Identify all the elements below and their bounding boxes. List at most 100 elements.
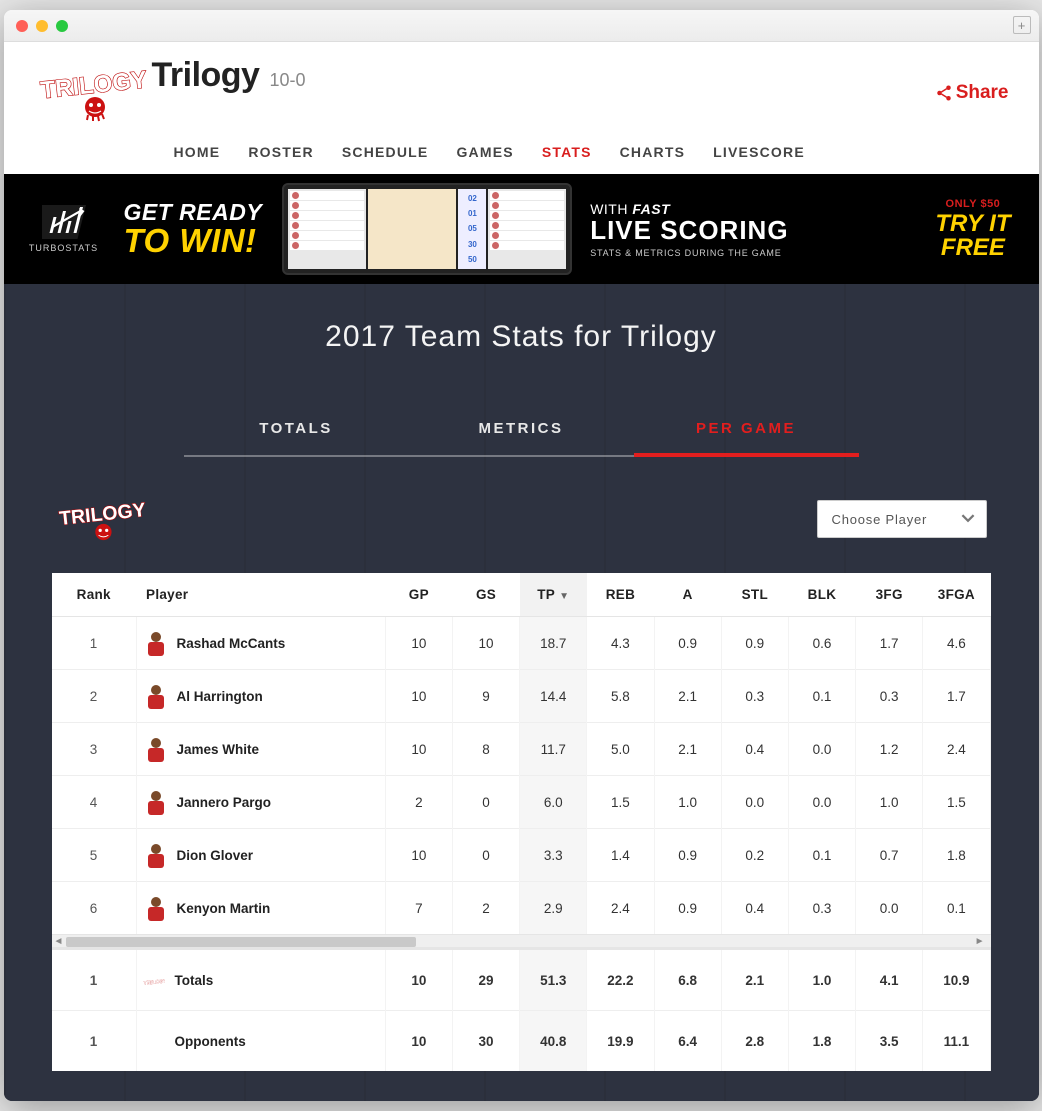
cell-stat: 0.1 [788,670,855,723]
col-blk[interactable]: BLK [788,573,855,617]
page-title: 2017 Team Stats for Trilogy [52,320,991,354]
cell-rank: 2 [52,670,137,723]
col-gs[interactable]: GS [452,573,519,617]
cell-stat: 0.1 [923,882,990,935]
cell-stat: 10 [452,617,519,670]
cell-player[interactable]: Jannero Pargo [136,776,385,829]
cell-player[interactable]: Kenyon Martin [136,882,385,935]
cell-stat: 0 [452,776,519,829]
cell-stat: 0.4 [721,882,788,935]
cell-stat: 0.0 [788,723,855,776]
cell-player[interactable]: Al Harrington [136,670,385,723]
cell-player[interactable]: Rashad McCants [136,617,385,670]
share-button[interactable]: Share [935,82,1009,104]
col-player[interactable]: Player [136,573,385,617]
promo-banner[interactable]: TURBOSTATS GET READY TO WIN! 0201053050 … [4,174,1039,284]
cell-stat: 1.5 [587,776,654,829]
svg-text:TRILOGY: TRILOGY [143,978,164,986]
scroll-right-icon[interactable]: ► [975,936,985,947]
cell-stat: 0.1 [788,829,855,882]
nav-games[interactable]: GAMES [456,144,513,160]
team-logo-small: TRILOGY [56,493,146,545]
share-label: Share [956,82,1009,104]
banner-headline-right: WITH FAST LIVE SCORING STATS & METRICS D… [590,201,788,258]
cell-stat: 2.1 [654,723,721,776]
col-reb[interactable]: REB [587,573,654,617]
col-stl[interactable]: STL [721,573,788,617]
turbostats-logo: TURBOSTATS [24,205,104,253]
window-minimize-button[interactable] [36,20,48,32]
cell-stat: 10 [385,617,452,670]
scroll-left-icon[interactable]: ◄ [54,936,64,947]
banner-headline-left: GET READY TO WIN! [124,199,263,260]
banner-cta[interactable]: ONLY $50 TRY ITFREE [935,198,1010,260]
window-close-button[interactable] [16,20,28,32]
cell-stat: 2.1 [654,670,721,723]
cell-stat: 0.9 [654,617,721,670]
cell-stat: 2.9 [520,882,587,935]
cell-stat: 0.7 [856,829,923,882]
cell-stat: 0.9 [654,829,721,882]
table-row[interactable]: 5Dion Glover1003.31.40.90.20.10.71.8 [52,829,991,882]
main-nav: HOME ROSTER SCHEDULE GAMES STATS CHARTS LIVESC… [4,126,1039,174]
nav-charts[interactable]: CHARTS [620,144,686,160]
new-tab-button[interactable]: + [1013,16,1031,34]
cell-stat: 9 [452,670,519,723]
horizontal-scrollbar[interactable]: ◄ ► [52,934,991,948]
cell-stat: 1.0 [654,776,721,829]
col-gp[interactable]: GP [385,573,452,617]
tab-totals[interactable]: TOTALS [184,408,409,457]
cell-player[interactable]: James White [136,723,385,776]
tab-per-game[interactable]: PER GAME [634,408,859,457]
cell-stat: 1.7 [856,617,923,670]
cell-stat: 2.4 [587,882,654,935]
summary-row: 1TRILOGYTotals102951.322.26.82.11.04.110… [52,949,991,1011]
cell-stat: 10 [385,829,452,882]
cell-player[interactable]: Dion Glover [136,829,385,882]
cell-stat: 11.7 [520,723,587,776]
nav-roster[interactable]: ROSTER [248,144,314,160]
cell-stat: 0.3 [788,882,855,935]
share-icon [935,84,953,102]
window-titlebar: + [4,10,1039,42]
table-row[interactable]: 2Al Harrington10914.45.82.10.30.10.31.7 [52,670,991,723]
cell-stat: 1.7 [923,670,990,723]
cell-stat: 6.0 [520,776,587,829]
col-tp[interactable]: TP▼ [520,573,587,617]
cell-stat: 0.9 [654,882,721,935]
cell-stat: 0.0 [721,776,788,829]
cell-stat: 10 [385,723,452,776]
page-header: TRILOGY Trilogy 10-0 Share [4,42,1039,126]
cell-stat: 2.4 [923,723,990,776]
nav-livescore[interactable]: LIVESCORE [713,144,805,160]
col-rank[interactable]: Rank [52,573,137,617]
banner-tablet-graphic: 0201053050 [282,183,572,275]
col-3fga[interactable]: 3FGA [923,573,990,617]
cell-stat: 18.7 [520,617,587,670]
col-a[interactable]: A [654,573,721,617]
cell-stat: 1.5 [923,776,990,829]
cell-stat: 0 [452,829,519,882]
table-row[interactable]: 1Rashad McCants101018.74.30.90.90.61.74.… [52,617,991,670]
nav-home[interactable]: HOME [174,144,221,160]
cell-stat: 0.2 [721,829,788,882]
cell-stat: 2 [452,882,519,935]
cell-stat: 5.8 [587,670,654,723]
table-row[interactable]: 6Kenyon Martin722.92.40.90.40.30.00.1 [52,882,991,935]
nav-stats[interactable]: STATS [542,144,592,160]
cell-stat: 0.3 [856,670,923,723]
scrollbar-thumb[interactable] [66,937,416,947]
table-row[interactable]: 4Jannero Pargo206.01.51.00.00.01.01.5 [52,776,991,829]
cell-rank: 5 [52,829,137,882]
cell-rank: 6 [52,882,137,935]
cell-stat: 7 [385,882,452,935]
player-select[interactable]: Choose Player [817,500,987,538]
col-3fg[interactable]: 3FG [856,573,923,617]
window-maximize-button[interactable] [56,20,68,32]
cell-stat: 10 [385,670,452,723]
tab-metrics[interactable]: METRICS [409,408,634,457]
team-name: Trilogy [152,56,260,95]
table-row[interactable]: 3James White10811.75.02.10.40.01.22.4 [52,723,991,776]
nav-schedule[interactable]: SCHEDULE [342,144,429,160]
cell-rank: 1 [52,617,137,670]
